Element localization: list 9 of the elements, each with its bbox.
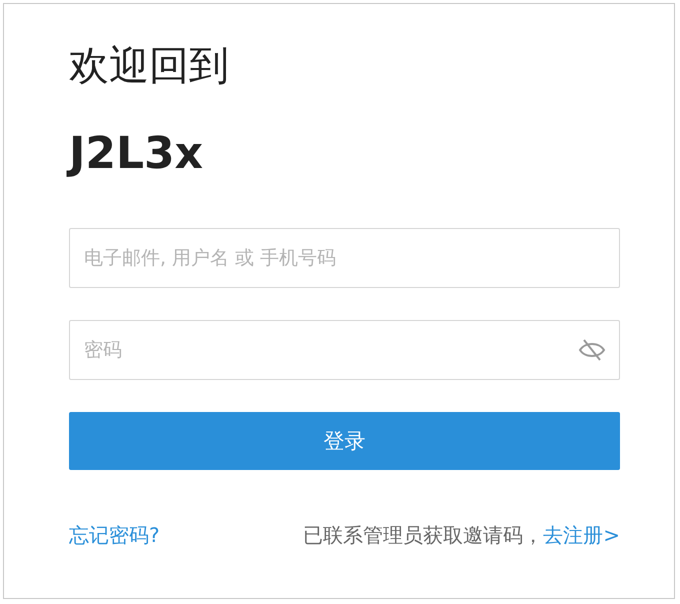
register-link[interactable]: 去注册> xyxy=(543,522,620,549)
eye-slash-icon[interactable] xyxy=(578,338,606,362)
invite-note: 已联系管理员获取邀请码， xyxy=(303,522,544,549)
brand-name: J2L3x xyxy=(69,124,620,184)
forgot-password-link[interactable]: 忘记密码? xyxy=(69,522,160,549)
username-field[interactable]: 电子邮件, 用户名 或 手机号码 xyxy=(69,228,620,288)
password-field[interactable]: 密码 xyxy=(69,320,620,380)
login-button[interactable]: 登录 xyxy=(69,412,620,470)
welcome-heading: 欢迎回到 xyxy=(69,42,230,91)
